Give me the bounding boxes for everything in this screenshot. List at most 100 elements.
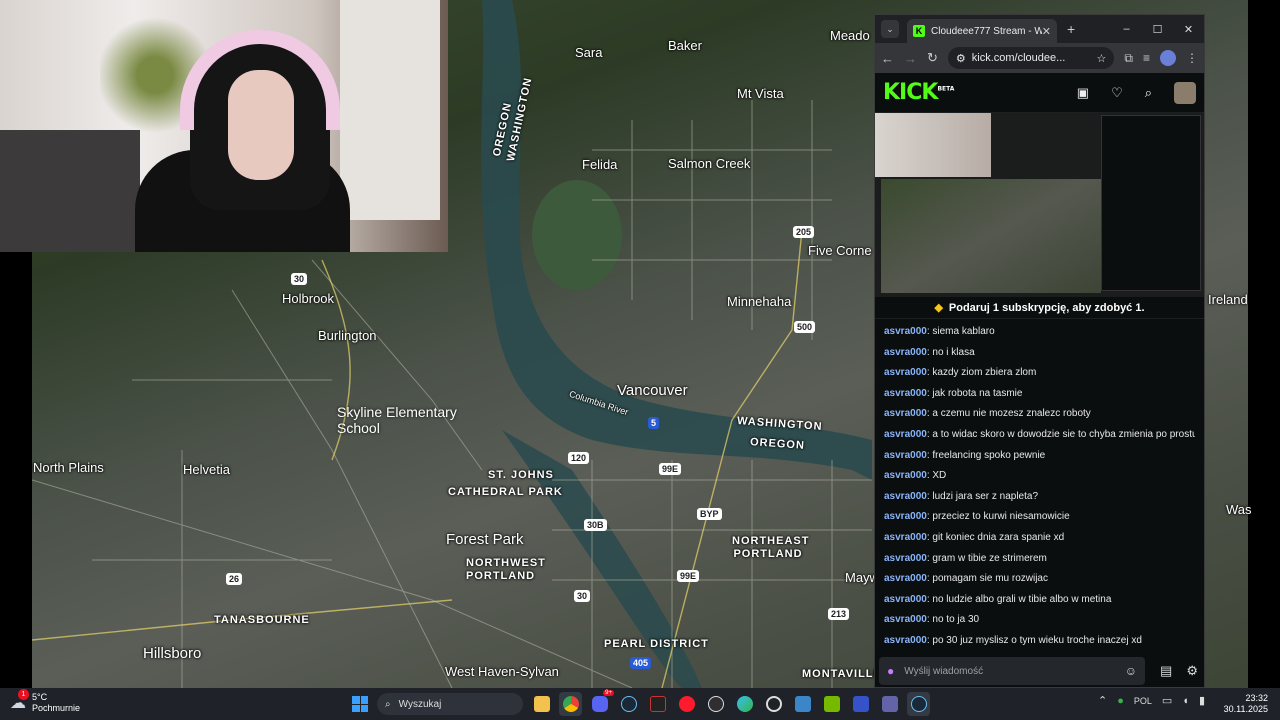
label-five-corners: Five Corne — [808, 243, 872, 258]
label-was: Was — [1226, 502, 1252, 517]
maximize-button[interactable]: ☐ — [1142, 23, 1173, 36]
gift-sub-banner[interactable]: ◆ Podaruj 1 subskrypcję, aby zdobyć 1. — [875, 297, 1204, 319]
label-north-plains: North Plains — [33, 460, 104, 475]
chat-text: git koniec dnia zara spanie xd — [932, 531, 1065, 543]
weather-desc: Pochmurnie — [32, 703, 81, 713]
chat-username[interactable]: asvra000 — [884, 408, 927, 419]
chat-text: XD — [932, 470, 947, 482]
speed-icon[interactable] — [762, 692, 785, 716]
launcher-icon[interactable] — [849, 692, 872, 716]
chat-message: asvra000: git koniec dnia zara spanie xd — [884, 528, 1195, 549]
chat-text: a czemu nie mozesz znalezc roboty — [932, 408, 1091, 420]
user-avatar[interactable] — [1174, 81, 1196, 104]
extensions-icon[interactable]: ⧉ — [1124, 51, 1133, 66]
discord-icon[interactable]: 9+ — [588, 690, 614, 716]
heart-icon[interactable]: ♡ — [1111, 85, 1123, 101]
chat-username[interactable]: asvra000 — [884, 614, 927, 625]
chat-message: asvra000: a czemu nie mozesz znalezc rob… — [884, 404, 1195, 425]
chat-settings-gear-icon[interactable]: ⚙ — [1186, 663, 1198, 679]
chat-username[interactable]: asvra000 — [884, 450, 927, 461]
chat-text: jak robota na tasmie — [932, 387, 1023, 399]
shield-99e: 99E — [659, 463, 682, 475]
clock-date: 30.11.2025 — [1223, 704, 1268, 714]
back-arrow-icon[interactable]: ← — [881, 51, 894, 66]
webcam-desk — [0, 130, 140, 252]
chat-messages: asvra000: siema kablaro asvra000: no i kl… — [875, 319, 1204, 653]
opera-icon[interactable] — [675, 692, 698, 716]
weather-badge: 1 — [18, 689, 29, 700]
battery-icon[interactable]: ▮ — [1199, 694, 1205, 707]
label-ireland: Ireland — [1208, 292, 1248, 307]
chat-username[interactable]: asvra000 — [884, 429, 927, 440]
close-window-button[interactable]: ✕ — [1173, 23, 1204, 36]
address-bar[interactable]: ⚙ kick.com/cloudee... ☆ — [947, 47, 1115, 69]
kick-logo[interactable]: KICKBETA — [883, 80, 954, 105]
chat-message: asvra000: a to widac skoro w dowodzie si… — [884, 425, 1195, 446]
windows-start-icon[interactable] — [352, 696, 368, 712]
language-indicator[interactable]: POL — [1134, 696, 1152, 706]
steam-icon[interactable] — [617, 692, 640, 716]
chat-username[interactable]: asvra000 — [884, 532, 927, 543]
gift-sub-text: Podaruj 1 subskrypcję, aby zdobyć 1. — [948, 301, 1145, 314]
chat-text: siema kablaro — [932, 326, 995, 337]
chat-username[interactable]: asvra000 — [884, 326, 927, 337]
chat-username[interactable]: asvra000 — [884, 470, 927, 481]
browser-tab-active[interactable]: K Cloudeee777 Stream - Watch Li ✕ — [907, 19, 1057, 43]
label-pearl-district: PEARL DISTRICT — [604, 638, 709, 650]
store-icon[interactable]: ▣ — [1077, 85, 1089, 101]
chat-username[interactable]: asvra000 — [884, 594, 927, 605]
chat-username[interactable]: asvra000 — [884, 388, 927, 399]
bookmark-star-icon[interactable]: ☆ — [1097, 52, 1107, 65]
chat-username[interactable]: asvra000 — [884, 511, 927, 522]
chat-store-icon[interactable]: ▤ — [1160, 663, 1172, 679]
obs-icon[interactable] — [704, 692, 727, 716]
search-icon[interactable]: ⌕ — [1145, 85, 1152, 101]
game-icon[interactable] — [646, 692, 669, 716]
profile-avatar-icon[interactable] — [1160, 50, 1176, 66]
chat-username[interactable]: asvra000 — [884, 635, 927, 646]
site-info-icon[interactable]: ⚙ — [956, 52, 966, 65]
browser-toolbar: ← → ↻ ⚙ kick.com/cloudee... ☆ ⧉ ≡ ⋮ — [875, 43, 1204, 73]
taskbar-clock[interactable]: 23:32 30.11.2025 — [1224, 693, 1268, 715]
microphone-icon[interactable]: ● — [887, 664, 894, 678]
chat-message: asvra000: XD — [884, 466, 1195, 487]
nvidia-icon[interactable] — [820, 692, 843, 716]
label-burlington: Burlington — [318, 328, 377, 343]
volume-icon[interactable]: ◖ — [1182, 695, 1189, 707]
steam2-icon[interactable] — [907, 692, 930, 716]
label-baker: Baker — [668, 38, 702, 53]
shield-30: 30 — [291, 273, 308, 285]
chat-username[interactable]: asvra000 — [884, 367, 927, 378]
edge-icon[interactable] — [733, 692, 756, 716]
weather-widget[interactable]: ☁ 1 5°C Pochmurnie — [10, 689, 81, 714]
label-montaville: MONTAVILLE — [802, 668, 882, 680]
browser-menu-icon[interactable]: ⋮ — [1186, 51, 1198, 65]
chrome-icon[interactable] — [559, 692, 582, 716]
stream-player[interactable] — [875, 113, 1204, 297]
chat-username[interactable]: asvra000 — [884, 347, 927, 358]
teams-icon[interactable] — [878, 692, 901, 716]
chat-message: asvra000: po 30 juz myslisz o tym wieku … — [884, 631, 1195, 652]
weather-temp: 5°C — [32, 692, 48, 702]
forward-arrow-icon[interactable]: → — [904, 51, 917, 66]
chat-input[interactable]: ● Wyślij wiadomość ☺ — [879, 657, 1145, 685]
new-tab-icon[interactable]: + — [1067, 21, 1075, 37]
tab-close-icon[interactable]: ✕ — [1042, 25, 1051, 38]
emoji-icon[interactable]: ☺ — [1125, 664, 1137, 678]
microphone-tray-icon[interactable]: ● — [1117, 695, 1124, 707]
taskbar-search[interactable]: ⌕ Wyszukaj — [377, 693, 523, 715]
tray-chevron-up-icon[interactable]: ⌃ — [1098, 694, 1107, 707]
network-icon[interactable]: ▭ — [1162, 694, 1172, 707]
reload-icon[interactable]: ↻ — [927, 50, 938, 66]
tab-list-icon[interactable]: ⌄ — [881, 20, 899, 38]
media-control-icon[interactable]: ≡ — [1143, 51, 1150, 65]
kick-logo-text: KICK — [883, 80, 938, 105]
kick-header: KICKBETA ▣ ♡ ⌕ — [875, 73, 1204, 113]
chat-username[interactable]: asvra000 — [884, 491, 927, 502]
chat-username[interactable]: asvra000 — [884, 573, 927, 584]
file-explorer-icon[interactable] — [530, 692, 553, 716]
minimize-button[interactable]: – — [1111, 23, 1142, 36]
chat-username[interactable]: asvra000 — [884, 553, 927, 564]
shield-99e-south: 99E — [677, 570, 700, 582]
document-icon[interactable] — [791, 692, 814, 716]
